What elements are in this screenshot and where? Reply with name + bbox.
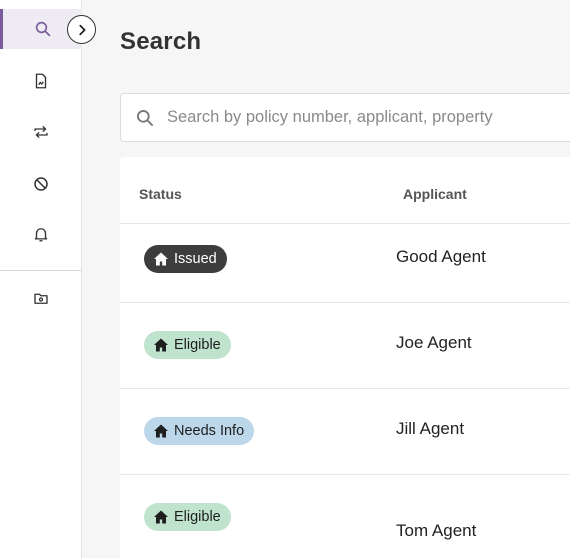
chevron-right-icon [78, 24, 85, 35]
document-icon [35, 73, 47, 89]
results-table: Status Applicant Issued Good Agent Eligi… [120, 157, 570, 558]
applicant-name: Good Agent [396, 247, 486, 266]
status-badge-label: Eligible [174, 337, 221, 353]
sidebar-divider [0, 270, 82, 271]
search-box[interactable] [120, 93, 570, 142]
home-icon [154, 510, 168, 524]
sidebar-item-blocked[interactable] [0, 164, 82, 204]
sidebar-expand-button[interactable] [67, 15, 96, 44]
column-header-applicant[interactable]: Applicant [403, 186, 467, 202]
applicant-name: Joe Agent [396, 333, 472, 352]
sidebar-item-transfers[interactable] [0, 112, 82, 152]
status-badge-label: Issued [174, 251, 217, 267]
row-divider [120, 388, 570, 389]
status-badge: Eligible [144, 503, 231, 531]
transfer-icon [34, 126, 48, 138]
search-icon [135, 108, 155, 128]
home-icon [154, 424, 168, 438]
sidebar-item-documents[interactable] [0, 61, 82, 101]
status-badge: Issued [144, 245, 227, 273]
row-divider [120, 302, 570, 303]
search-icon [35, 21, 50, 37]
status-badge: Needs Info [144, 417, 255, 445]
column-header-status[interactable]: Status [139, 186, 182, 202]
sidebar-item-folder-settings[interactable] [0, 278, 82, 318]
bell-icon [34, 228, 48, 242]
sidebar [0, 0, 82, 558]
status-badge-label: Eligible [174, 509, 221, 525]
row-divider [120, 474, 570, 475]
folder-settings-icon [34, 293, 48, 304]
applicant-name: Jill Agent [396, 419, 465, 438]
header-divider [120, 223, 570, 224]
home-icon [154, 252, 168, 266]
applicant-name: Tom Agent [396, 521, 477, 540]
status-badge: Eligible [144, 331, 231, 359]
page-title: Search [120, 28, 202, 55]
home-icon [154, 338, 168, 352]
ban-icon [34, 177, 48, 191]
sidebar-item-notifications[interactable] [0, 214, 82, 254]
search-input[interactable] [167, 108, 570, 127]
status-badge-label: Needs Info [174, 423, 245, 439]
